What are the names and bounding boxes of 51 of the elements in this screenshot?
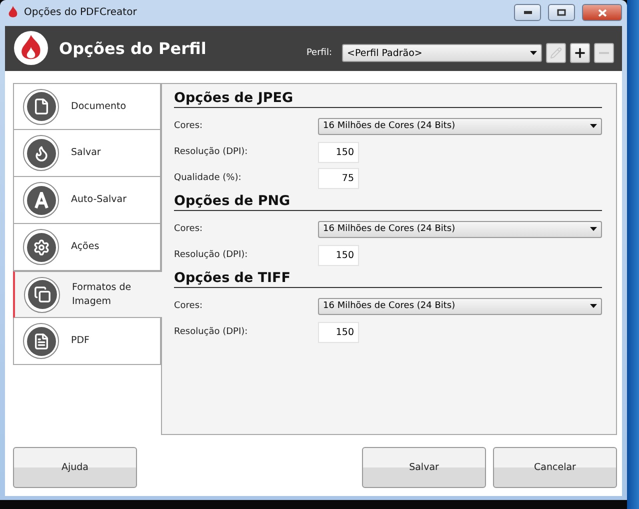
field-label: Resolução (DPI):: [174, 327, 249, 337]
dropdown-caret-icon: [590, 304, 597, 308]
save-button[interactable]: Salvar: [362, 447, 486, 488]
dropdown-caret-icon: [590, 124, 597, 128]
profile-dropdown[interactable]: <Perfil Padrão>: [342, 44, 542, 62]
colors-dropdown[interactable]: 16 Milhões de Cores (24 Bits): [318, 298, 602, 314]
close-icon: [598, 8, 606, 17]
add-profile-button[interactable]: [570, 43, 590, 64]
gear-icon: [32, 238, 50, 256]
number-field[interactable]: 75: [318, 168, 359, 188]
section-heading: Opções de TIFF: [174, 270, 602, 288]
sidebar-item[interactable]: Formatos de Imagem: [13, 271, 162, 318]
minimize-icon: [524, 11, 532, 14]
maximize-icon: [557, 9, 566, 16]
plus-icon: [573, 46, 587, 60]
field-label: Cores:: [174, 224, 204, 234]
flame-logo-icon: [13, 30, 49, 66]
minimize-button[interactable]: [514, 4, 541, 22]
sidebar-item[interactable]: Ações: [13, 224, 161, 271]
help-button[interactable]: Ajuda: [13, 447, 137, 488]
sidebar-item[interactable]: Salvar: [13, 130, 161, 177]
section-heading: Opções de JPEG: [174, 90, 602, 108]
number-field[interactable]: 150: [318, 244, 359, 266]
cancel-button[interactable]: Cancelar: [493, 447, 617, 488]
dropdown-caret-icon: [530, 51, 537, 56]
pencil-icon: [550, 47, 562, 60]
sidebar-item[interactable]: Auto-Salvar: [13, 177, 161, 224]
section-heading: Opções de PNG: [174, 193, 602, 211]
number-field[interactable]: 150: [318, 322, 359, 342]
flame-icon: [32, 144, 50, 162]
maximize-button[interactable]: [548, 4, 575, 22]
field-label: Cores:: [174, 121, 204, 131]
field-label: Qualidade (%):: [174, 173, 242, 183]
colors-dropdown[interactable]: 16 Milhões de Cores (24 Bits): [318, 220, 602, 238]
page-title: Opções do Perfil: [59, 38, 208, 58]
number-field[interactable]: 150: [318, 142, 359, 162]
sidebar-item[interactable]: Documento: [13, 83, 161, 130]
document-icon: [32, 98, 50, 115]
profile-label: Perfil:: [306, 48, 332, 58]
document-lines-icon: [32, 332, 50, 350]
letter-a-icon: [32, 192, 50, 208]
copies-icon: [34, 286, 50, 303]
window-title: Opções do PDFCreator: [24, 7, 138, 18]
dropdown-caret-icon: [590, 227, 597, 231]
colors-dropdown[interactable]: 16 Milhões de Cores (24 Bits): [318, 118, 602, 134]
minus-icon: [599, 52, 609, 54]
field-label: Resolução (DPI):: [174, 250, 249, 260]
close-button[interactable]: [582, 4, 622, 22]
sidebar-item[interactable]: PDF: [13, 318, 161, 365]
field-label: Resolução (DPI):: [174, 147, 249, 157]
field-label: Cores:: [174, 301, 204, 311]
